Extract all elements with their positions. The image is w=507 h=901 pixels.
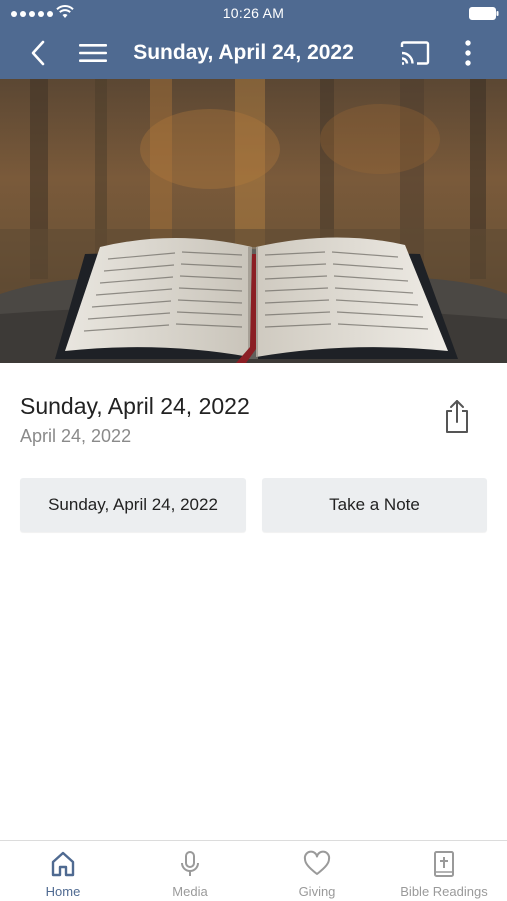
tab-giving[interactable]: Giving [254,841,380,901]
share-icon [446,400,468,433]
take-note-button[interactable]: Take a Note [262,478,487,532]
status-bar: 10:26 AM [0,0,507,27]
tab-home[interactable]: Home [0,841,126,901]
cast-icon [400,41,430,65]
status-time: 10:26 AM [222,5,285,21]
tab-home-label: Home [45,884,81,899]
cast-button[interactable] [397,27,433,79]
home-icon [51,851,75,877]
content-title: Sunday, April 24, 2022 [20,393,250,419]
share-button[interactable] [440,398,474,434]
tab-bible-readings-label: Bible Readings [400,884,488,899]
more-options-button[interactable] [456,27,480,79]
hamburger-menu-icon [79,44,107,62]
tab-media-label: Media [172,884,208,899]
microphone-icon [181,851,199,876]
content-date: April 24, 2022 [20,426,132,446]
tab-bar: Home Media Giving Bible Readings [0,840,507,901]
navigation-bar: Sunday, April 24, 2022 [0,27,507,79]
battery-icon [469,7,499,20]
bible-icon [434,851,454,877]
tab-media[interactable]: Media [127,841,253,901]
vertical-dots-icon [465,40,471,66]
page-title: Sunday, April 24, 2022 [133,41,354,64]
tab-bible-readings[interactable]: Bible Readings [381,841,507,901]
open-bible-photo [0,79,507,363]
date-action-button[interactable]: Sunday, April 24, 2022 [20,478,246,532]
heart-icon [303,850,331,875]
back-button[interactable] [22,27,54,79]
menu-button[interactable] [76,27,110,79]
chevron-left-icon [31,40,45,66]
app-header: 10:26 AM Sunday, April 24, 2022 [0,0,507,79]
tab-giving-label: Giving [298,884,336,899]
hero-image [0,79,507,363]
